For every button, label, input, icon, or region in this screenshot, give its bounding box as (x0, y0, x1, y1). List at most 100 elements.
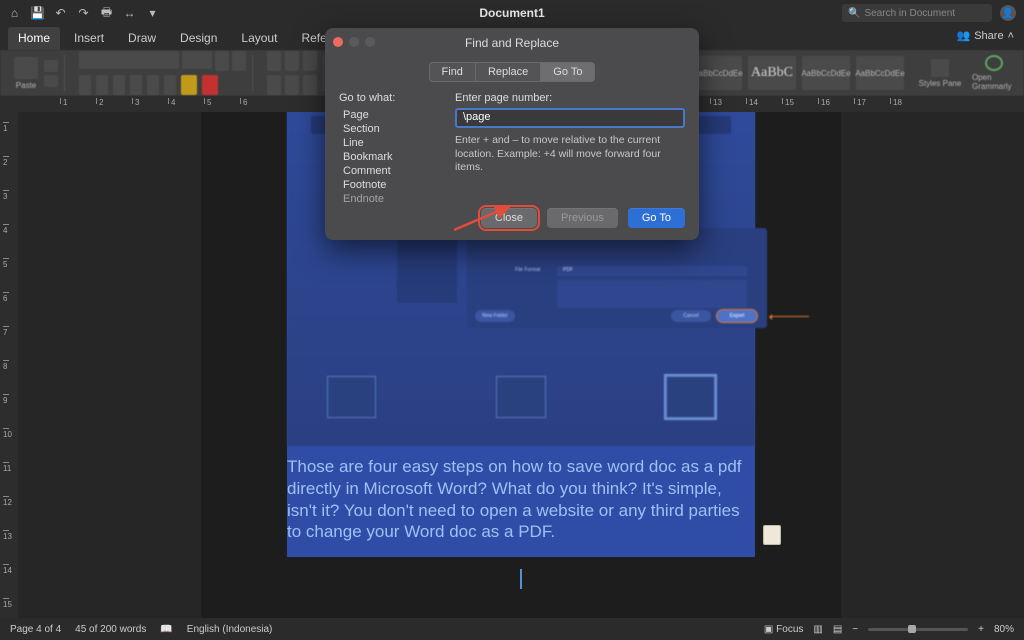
styles-pane-icon (931, 59, 949, 77)
account-icon[interactable]: 👤 (1000, 5, 1016, 21)
page-indicator[interactable]: Page 4 of 4 (10, 624, 61, 635)
styles-pane-button[interactable]: Styles Pane (918, 55, 962, 91)
dialog-tab-goto[interactable]: Go To (541, 62, 595, 82)
zoom-level[interactable]: 80% (994, 624, 1014, 635)
close-window-icon[interactable] (333, 37, 343, 47)
search-placeholder: Search in Document (864, 8, 955, 19)
save-icon[interactable]: 💾 (31, 7, 44, 20)
shrink-font-button[interactable] (232, 51, 246, 71)
title-bar: ⌂ 💾 ↶ ↷ 🖶 ↔ ▾ Document1 🔍 Search in Docu… (0, 0, 1024, 26)
close-button[interactable]: Close (481, 208, 537, 228)
vertical-ruler[interactable]: 1 2 3 4 5 6 7 8 9 10 11 12 13 14 15 (0, 112, 18, 618)
subscript-button[interactable] (147, 75, 159, 95)
align-center-button[interactable] (285, 75, 299, 95)
find-replace-dialog: Find and Replace Find Replace Go To Go t… (325, 28, 699, 240)
copy-button[interactable] (44, 75, 58, 87)
word-count[interactable]: 45 of 200 words (75, 624, 146, 635)
paste-button[interactable] (14, 57, 38, 79)
dialog-tab-find[interactable]: Find (429, 62, 476, 82)
search-icon: 🔍 (848, 8, 860, 19)
print-icon[interactable]: 🖶 (100, 7, 113, 20)
goto-item-bookmark[interactable]: Bookmark (339, 150, 439, 164)
grow-font-button[interactable] (215, 51, 229, 71)
goto-what-list: Go to what: Page Section Line Bookmark C… (339, 92, 439, 206)
inner-thumb-selected (666, 376, 715, 418)
home-icon[interactable]: ⌂ (8, 7, 21, 20)
print-layout-view-icon[interactable]: ▥ (813, 624, 822, 635)
web-layout-view-icon[interactable]: ▤ (833, 624, 842, 635)
font-size-select[interactable] (182, 51, 212, 69)
redo-icon[interactable]: ↷ (77, 7, 90, 20)
goto-item-section[interactable]: Section (339, 122, 439, 136)
touch-icon[interactable]: ↔ (123, 7, 136, 20)
paste-options-icon[interactable] (763, 525, 781, 545)
quick-access-toolbar: ⌂ 💾 ↶ ↷ 🖶 ↔ ▾ (8, 7, 159, 20)
goto-hint-text: Enter + and – to move relative to the cu… (455, 134, 685, 175)
tab-draw[interactable]: Draw (118, 27, 166, 50)
numbering-button[interactable] (285, 51, 299, 71)
style-heading2[interactable]: AaBbCcDdEe (802, 56, 850, 90)
font-group (73, 55, 253, 91)
grammarly-icon (985, 55, 1003, 71)
goto-button[interactable]: Go To (628, 208, 685, 228)
strikethrough-button[interactable] (130, 75, 142, 95)
goto-item-comment[interactable]: Comment (339, 164, 439, 178)
focus-mode-button[interactable]: ▣ Focus (764, 624, 803, 635)
dialog-tabs: Find Replace Go To (325, 62, 699, 82)
underline-button[interactable] (113, 75, 125, 95)
zoom-out-icon[interactable]: − (852, 624, 858, 635)
zoom-in-icon[interactable]: + (978, 624, 984, 635)
chevron-up-icon[interactable]: ˄ (1008, 30, 1014, 42)
bullets-button[interactable] (267, 51, 281, 71)
font-family-select[interactable] (79, 51, 179, 69)
style-heading1[interactable]: AaBbC (748, 56, 796, 90)
enter-page-label: Enter page number: (455, 92, 685, 104)
previous-button: Previous (547, 208, 618, 228)
paragraph-group (261, 55, 324, 91)
share-icon: 👥 (957, 29, 971, 42)
page-number-input[interactable]: \page (455, 108, 685, 128)
clipboard-group: Paste (8, 55, 65, 91)
font-color-button[interactable] (202, 75, 218, 95)
tab-layout[interactable]: Layout (231, 27, 287, 50)
dialog-tab-replace[interactable]: Replace (476, 62, 541, 82)
goto-item-endnote[interactable]: Endnote (339, 192, 439, 206)
text-cursor (520, 569, 522, 589)
align-right-button[interactable] (303, 75, 317, 95)
tab-design[interactable]: Design (170, 27, 227, 50)
tab-home[interactable]: Home (8, 27, 60, 50)
spellcheck-icon[interactable]: 📖 (160, 624, 172, 635)
cut-button[interactable] (44, 60, 58, 72)
search-input[interactable]: 🔍 Search in Document (842, 4, 992, 22)
align-left-button[interactable] (267, 75, 281, 95)
italic-button[interactable] (96, 75, 108, 95)
multilevel-button[interactable] (303, 51, 317, 71)
inner-export-button: Export (717, 310, 757, 322)
app-window: ⌂ 💾 ↶ ↷ 🖶 ↔ ▾ Document1 🔍 Search in Docu… (0, 0, 1024, 640)
bold-button[interactable] (79, 75, 91, 95)
inner-thumb (327, 376, 376, 418)
inner-thumb (496, 376, 545, 418)
goto-item-line[interactable]: Line (339, 136, 439, 150)
zoom-slider[interactable] (868, 628, 968, 631)
goto-item-page[interactable]: Page (339, 108, 439, 122)
grammarly-button[interactable]: Open Grammarly (972, 55, 1016, 91)
status-bar: Page 4 of 4 45 of 200 words 📖 English (I… (0, 618, 1024, 640)
undo-icon[interactable]: ↶ (54, 7, 67, 20)
share-button[interactable]: 👥 Share ˄ (957, 29, 1015, 42)
goto-item-footnote[interactable]: Footnote (339, 178, 439, 192)
tab-insert[interactable]: Insert (64, 27, 114, 50)
document-paragraph[interactable]: Those are four easy steps on how to save… (287, 446, 755, 557)
inner-cancel-button: Cancel (671, 310, 711, 322)
minimize-window-icon[interactable] (349, 37, 359, 47)
language-indicator[interactable]: English (Indonesia) (187, 624, 273, 635)
style-nospacing[interactable]: AaBbCcDdEe (694, 56, 742, 90)
highlight-color-button[interactable] (181, 75, 197, 95)
maximize-window-icon[interactable] (365, 37, 375, 47)
inner-new-folder-button: New Folder (475, 310, 515, 322)
caret-down-icon[interactable]: ▾ (146, 7, 159, 20)
dialog-footer: Close Previous Go To (481, 208, 685, 228)
window-controls (333, 37, 375, 47)
style-title[interactable]: AaBbCcDdEe (856, 56, 904, 90)
superscript-button[interactable] (164, 75, 176, 95)
